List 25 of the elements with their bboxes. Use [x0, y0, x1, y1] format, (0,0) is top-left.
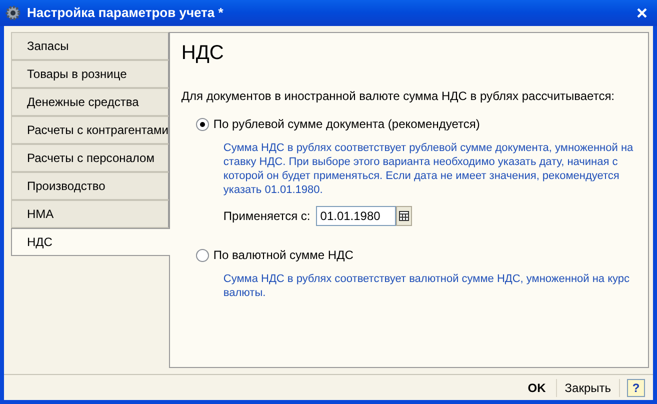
option-description: Сумма НДС в рублях соответствует валютной сумме НДС, умноженной на курс валюты.: [223, 272, 631, 300]
question-text: Для документов в иностранной валюте сумма НДС в рублях рассчитывается:: [181, 88, 616, 105]
option-label[interactable]: По рублевой сумме документа (рекомендуется): [213, 115, 480, 133]
tab[interactable]: Расчеты с персоналом: [11, 144, 170, 172]
close-icon[interactable]: [636, 7, 648, 19]
help-button[interactable]: ?: [627, 378, 645, 396]
option-label[interactable]: По валютной сумме НДС: [213, 246, 354, 264]
gear-icon: [5, 5, 21, 21]
ok-button[interactable]: OK: [522, 378, 552, 396]
tab[interactable]: Расчеты с контрагентами: [11, 116, 170, 144]
window-title: Настройка параметров учета *: [27, 4, 224, 22]
radio-button[interactable]: [196, 118, 210, 130]
section-heading: НДС: [181, 41, 225, 66]
calendar-icon[interactable]: [396, 206, 412, 226]
date-field[interactable]: 01.01.1980: [316, 206, 396, 226]
tab[interactable]: НДС: [11, 228, 170, 256]
tab[interactable]: Денежные средства: [11, 88, 170, 116]
tab[interactable]: Производство: [11, 172, 170, 200]
tab[interactable]: Товары в рознице: [11, 60, 170, 88]
option-description: Сумма НДС в рублях соответствует рублевой сумме документа, умноженной на ставку НДС. При выборе этого варианта необходимо указать дату, начиная с которой он будет применяться. Если дата не имеет значения, рекомендуется указать 01.01.1980.: [223, 141, 634, 197]
tab[interactable]: НМА: [11, 200, 170, 228]
date-label: Применяется с:: [223, 208, 310, 225]
radio-button[interactable]: [196, 248, 210, 262]
close-button[interactable]: Закрыть: [560, 378, 615, 396]
tab[interactable]: Запасы: [11, 32, 170, 60]
